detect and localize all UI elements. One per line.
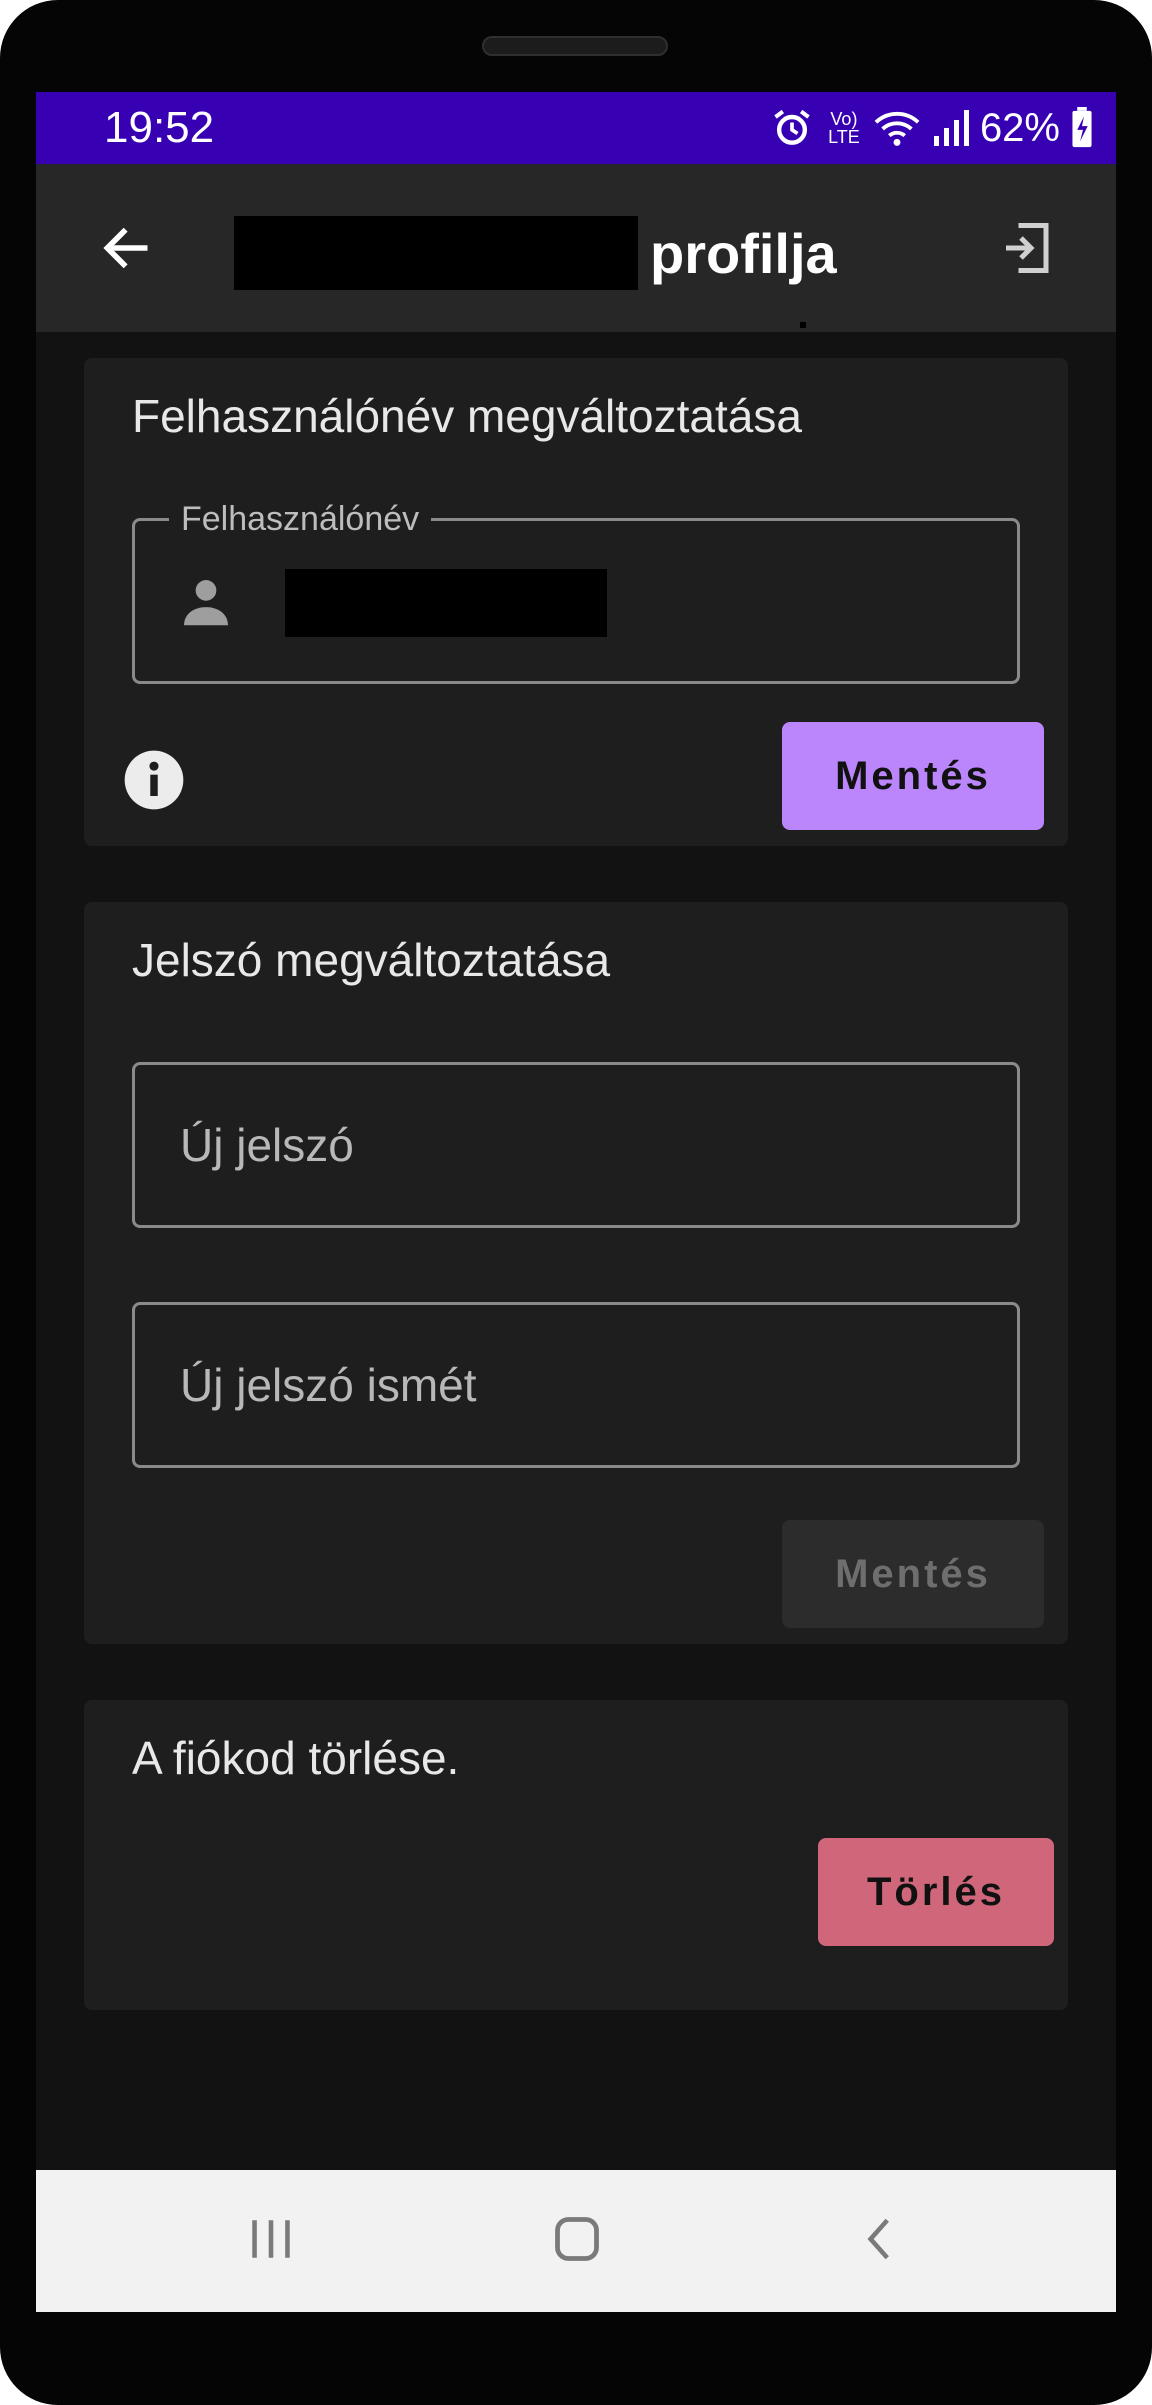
password-card: Jelszó megváltoztatása Új jelszó Új jels…	[84, 902, 1068, 1644]
arrow-left-icon	[98, 220, 154, 281]
repeat-password-placeholder: Új jelszó ismét	[180, 1359, 477, 1411]
save-password-button-disabled[interactable]: Mentés	[782, 1520, 1044, 1628]
status-time: 19:52	[104, 103, 215, 152]
nav-back-button[interactable]	[836, 2196, 926, 2286]
volte-icon: Vo) LTE	[828, 109, 860, 147]
person-icon	[175, 571, 237, 638]
username-field[interactable]: Felhasználónév	[132, 499, 1020, 684]
save-username-button[interactable]: Mentés	[782, 722, 1044, 830]
recents-button[interactable]	[226, 2196, 316, 2286]
battery-percent: 62%	[979, 105, 1060, 150]
new-password-placeholder: Új jelszó	[180, 1119, 354, 1171]
new-password-field[interactable]: Új jelszó	[132, 1062, 1020, 1228]
earpiece-speaker	[482, 36, 668, 56]
delete-account-button[interactable]: Törlés	[818, 1838, 1054, 1946]
logout-icon	[996, 218, 1056, 283]
delete-account-text: A fiókod törlése.	[132, 1732, 460, 1784]
status-bar: 19:52 Vo) LTE 62%	[36, 92, 1116, 164]
delete-account-card: A fiókod törlése. Törlés	[84, 1700, 1068, 2010]
status-icons: Vo) LTE 62%	[770, 104, 1094, 152]
password-card-title: Jelszó megváltoztatása	[132, 934, 611, 986]
wifi-icon	[874, 108, 920, 148]
alarm-icon	[770, 106, 814, 150]
page-title: profilja	[650, 222, 837, 285]
battery-charging-icon	[1070, 107, 1094, 149]
back-button[interactable]	[86, 210, 166, 290]
divider-dot	[800, 322, 806, 328]
redacted-username-title	[234, 216, 638, 290]
signal-icon	[930, 108, 970, 148]
logout-button[interactable]	[986, 210, 1066, 290]
app-bar: profilja	[36, 164, 1116, 332]
system-nav-bar	[36, 2170, 1116, 2312]
chevron-left-icon	[856, 2214, 906, 2269]
username-field-label: Felhasználónév	[169, 499, 432, 539]
username-card-title: Felhasználónév megváltoztatása	[132, 390, 802, 442]
home-icon	[551, 2213, 603, 2270]
info-icon[interactable]	[122, 748, 186, 817]
repeat-password-field[interactable]: Új jelszó ismét	[132, 1302, 1020, 1468]
home-button[interactable]	[532, 2196, 622, 2286]
screen: 19:52 Vo) LTE 62% profilja Felhasználóné…	[36, 92, 1116, 2312]
username-card: Felhasználónév megváltoztatása Felhaszná…	[84, 358, 1068, 846]
device-frame: 19:52 Vo) LTE 62% profilja Felhasználóné…	[0, 0, 1152, 2405]
redacted-username-value	[285, 569, 607, 637]
recents-icon	[246, 2214, 296, 2269]
